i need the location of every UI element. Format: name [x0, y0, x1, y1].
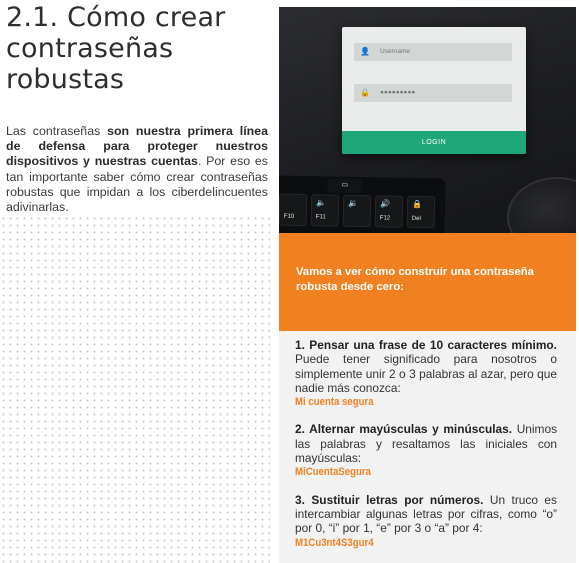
step-text: Puede tener significado para nosotros o … — [295, 352, 557, 395]
steps-list: 1. Pensar una frase de 10 caracteres mín… — [295, 338, 557, 563]
key-del: 🔒 Del — [406, 195, 436, 229]
step-heading: 1. Pensar una frase de 10 caracteres mín… — [295, 338, 557, 352]
key-f10: F10 — [279, 193, 308, 227]
key-del-label: Del — [411, 215, 421, 223]
intro-text-1: Las contraseñas — [6, 124, 108, 138]
step-example: Mi cuenta segura — [295, 396, 374, 409]
key-f11-label: F11 — [315, 214, 326, 221]
intro-paragraph: Las contraseñas son nuestra primera líne… — [6, 124, 268, 216]
key-f12: 🔊 F12 — [374, 195, 404, 228]
step-item: 1. Pensar una frase de 10 caracteres mín… — [295, 338, 557, 409]
callout-text: Vamos a ver cómo construir una contraseñ… — [296, 266, 534, 293]
login-photo: 👤 Username 🔒 ●●●●●●●●● LOGIN ▭ F10 🔈 F11… — [279, 7, 576, 233]
page-title: 2.1. Cómo crear contraseñas robustas — [6, 2, 226, 95]
step-item: 2. Alternar mayúsculas y minúsculas. Uni… — [295, 422, 557, 479]
key-f10-label: F10 — [283, 213, 295, 220]
step-heading: 2. Alternar mayúsculas y minúsculas. — [295, 422, 513, 437]
step-example: M1Cu3nt4S3gur4 — [295, 536, 374, 549]
login-button-image: LOGIN — [342, 131, 526, 154]
mouse-image — [507, 177, 576, 233]
volume-up-icon: 🔊 — [379, 199, 391, 209]
volume-mid-icon: 🔉 — [347, 198, 359, 208]
login-card-image: 👤 Username 🔒 ●●●●●●●●● LOGIN — [342, 27, 526, 154]
keyboard-image: ▭ F10 🔈 F11 🔉 🔊 F12 🔒 Del — [279, 175, 446, 233]
step-item: 3. Sustituir letras por números. Un truc… — [295, 493, 557, 550]
password-placeholder: ●●●●●●●●● — [380, 89, 416, 96]
step-example: MiCuentaSegura — [295, 466, 371, 479]
username-field-image: 👤 Username — [354, 43, 512, 61]
user-icon: 👤 — [360, 47, 370, 56]
key-f11b: 🔉 — [342, 194, 372, 228]
volume-down-icon: 🔈 — [315, 198, 327, 208]
password-field-image: 🔒 ●●●●●●●●● — [354, 84, 512, 102]
lock-icon: 🔒 — [360, 88, 370, 97]
dotted-background — [0, 215, 270, 563]
username-placeholder: Username — [380, 48, 410, 55]
key-f12-label: F12 — [379, 215, 391, 222]
lock-key-icon: 🔒 — [411, 199, 423, 210]
key-top: ▭ — [327, 178, 362, 194]
screen-icon: ▭ — [341, 181, 349, 189]
callout-box: Vamos a ver cómo construir una contraseñ… — [279, 233, 576, 331]
step-heading: 3. Sustituir letras por números. — [295, 492, 484, 507]
key-f11: 🔈 F11 — [310, 194, 340, 227]
